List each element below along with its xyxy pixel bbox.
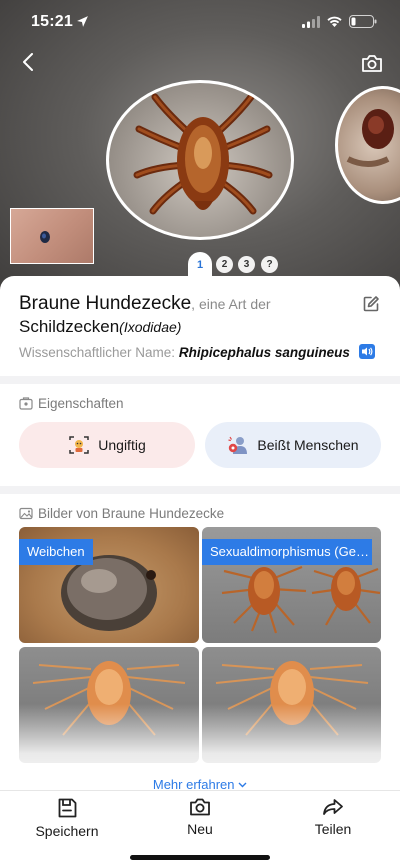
non-toxic-icon <box>69 436 90 454</box>
bites-humans-icon <box>228 436 248 454</box>
image-tile-female[interactable]: Weibchen <box>19 527 199 643</box>
image-tile-sexual-dimorphism[interactable]: Sexualdimorphismus (Ge… <box>202 527 381 643</box>
scientific-name-label: Wissenschaftlicher Name: <box>19 345 176 360</box>
properties-header: Eigenschaften <box>19 396 124 411</box>
scientific-name: Rhipicephalus sanguineus <box>178 345 350 360</box>
page-indicator-help[interactable]: ? <box>261 256 278 273</box>
share-label: Teilen <box>314 821 352 837</box>
back-button[interactable] <box>14 48 42 76</box>
properties-section: Eigenschaften Ungiftig Beißt Menschen <box>0 384 400 486</box>
species-title-connector: , eine Art der <box>191 296 271 312</box>
battery-icon <box>349 15 377 28</box>
new-label: Neu <box>187 821 213 837</box>
page-indicator-2[interactable]: 2 <box>216 256 233 273</box>
save-label: Speichern <box>35 823 99 839</box>
tick-on-skin-image <box>346 109 394 167</box>
edit-button[interactable] <box>362 295 382 315</box>
property-pill-bites-humans[interactable]: Beißt Menschen <box>205 422 381 468</box>
bottom-nav: Speichern Neu Teilen <box>0 790 400 866</box>
species-family-name[interactable]: Schildzecken <box>19 317 119 336</box>
images-title: Bilder von Braune Hundezecke <box>38 506 225 521</box>
property-label-non-toxic: Ungiftig <box>98 437 146 453</box>
image-badge-female: Weibchen <box>19 539 93 565</box>
status-bar: 15:21 <box>0 0 400 44</box>
property-label-bites-humans: Beißt Menschen <box>257 437 359 453</box>
images-section: Bilder von Braune Hundezecke Weibchen Se… <box>0 494 400 794</box>
share-button[interactable]: Teilen <box>288 797 378 837</box>
tick-image <box>133 93 273 215</box>
species-title: Braune Hundezecke, eine Art der <box>19 292 359 316</box>
camera-icon <box>190 798 210 816</box>
home-indicator <box>130 855 270 860</box>
status-time: 15:21 <box>31 13 73 30</box>
wifi-icon <box>327 16 342 27</box>
page-indicator-3[interactable]: 3 <box>238 256 255 273</box>
new-button[interactable]: Neu <box>155 797 245 837</box>
species-common-name: Braune Hundezecke <box>19 293 192 314</box>
images-header: Bilder von Braune Hundezecke <box>19 506 224 521</box>
chevron-down-icon <box>238 782 247 788</box>
save-icon <box>58 798 77 818</box>
properties-title: Eigenschaften <box>38 396 124 411</box>
edit-pencil-icon <box>363 296 379 312</box>
speaker-icon <box>361 347 373 356</box>
save-button[interactable]: Speichern <box>22 797 112 839</box>
secondary-specimen-photo[interactable] <box>335 86 400 204</box>
camera-icon <box>362 54 382 72</box>
scientific-name-line: Wissenschaftlicher Name: Rhipicephalus s… <box>19 344 375 360</box>
properties-card-icon <box>19 397 33 410</box>
species-family-latin: (Ixodidae) <box>119 319 182 335</box>
image-badge-sexual-dimorphism: Sexualdimorphismus (Ge… <box>202 539 372 565</box>
hero-gallery: 15:21 1 2 3 ? <box>0 0 400 300</box>
camera-button[interactable] <box>358 50 386 76</box>
location-arrow-icon <box>77 16 88 27</box>
photo-pager: 1 2 3 ? <box>0 252 400 278</box>
pronounce-button[interactable] <box>358 344 375 359</box>
images-gallery-icon <box>19 507 33 520</box>
property-pill-non-toxic[interactable]: Ungiftig <box>19 422 195 468</box>
cellular-signal-icon <box>302 16 320 28</box>
main-specimen-photo[interactable] <box>106 80 294 240</box>
chevron-left-icon <box>23 53 33 71</box>
species-title-card: Braune Hundezecke, eine Art der Schildze… <box>0 276 400 376</box>
share-arrow-icon <box>323 799 343 815</box>
species-family-line: Schildzecken(Ixodidae) <box>19 316 181 338</box>
page-indicator-1[interactable]: 1 <box>189 254 211 276</box>
